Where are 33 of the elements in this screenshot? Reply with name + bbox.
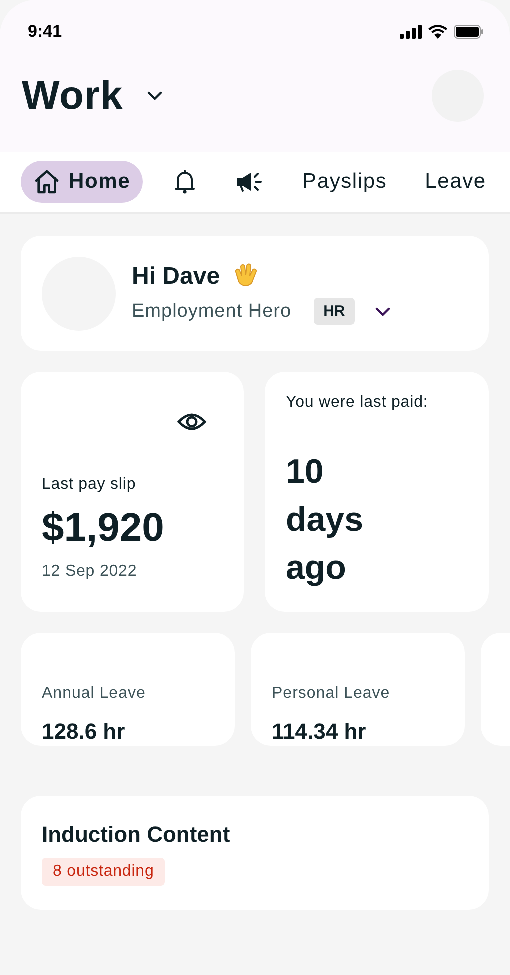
nav-tab[interactable]: Home [21,161,143,203]
greeting-title: Hi Dave [132,263,220,291]
megaphone-icon [234,170,265,194]
status-time: 9:41 [28,22,62,42]
last-paid-value: 10 days ago [286,452,364,589]
chevron-down-icon [375,306,392,316]
bell-icon [172,169,197,195]
wifi-icon [428,25,448,39]
leave-card[interactable]: Personal Leave 114.34 hr [251,633,465,746]
eye-icon [177,412,207,432]
home-icon [33,168,61,196]
leave-type: Personal Leave [272,685,392,703]
nav-tab[interactable]: Leave [413,161,498,203]
leave-balance: 128.6 hr [42,719,126,745]
payslip-date: 12 Sep 2022 [42,563,138,581]
leave-card[interactable]: Annual Leave 128.6 hr [21,633,235,746]
nav-tab[interactable]: Payslips [290,161,400,203]
signal-icon [400,25,422,39]
last-paid-label: You were last paid: [286,394,430,412]
show-amount-button[interactable] [177,412,207,432]
payslip-label: Last pay slip [42,476,138,494]
outstanding-tag: 8 outstanding [42,858,166,886]
induction-title: Induction Content [42,822,230,848]
battery-icon [454,25,484,39]
leave-balance: 114.34 hr [272,719,368,745]
chevron-down-icon [147,91,164,101]
payslip-amount: $1,920 [42,506,166,551]
department-tag: HR [314,298,356,325]
page-title: Work [22,74,124,118]
company-name: Employment Hero [132,300,292,322]
leave-type: Annual Leave [42,685,147,703]
induction-card[interactable]: Induction Content 8 outstanding [21,796,489,910]
payslip-card[interactable]: Last pay slip $1,920 12 Sep 2022 [21,372,244,612]
